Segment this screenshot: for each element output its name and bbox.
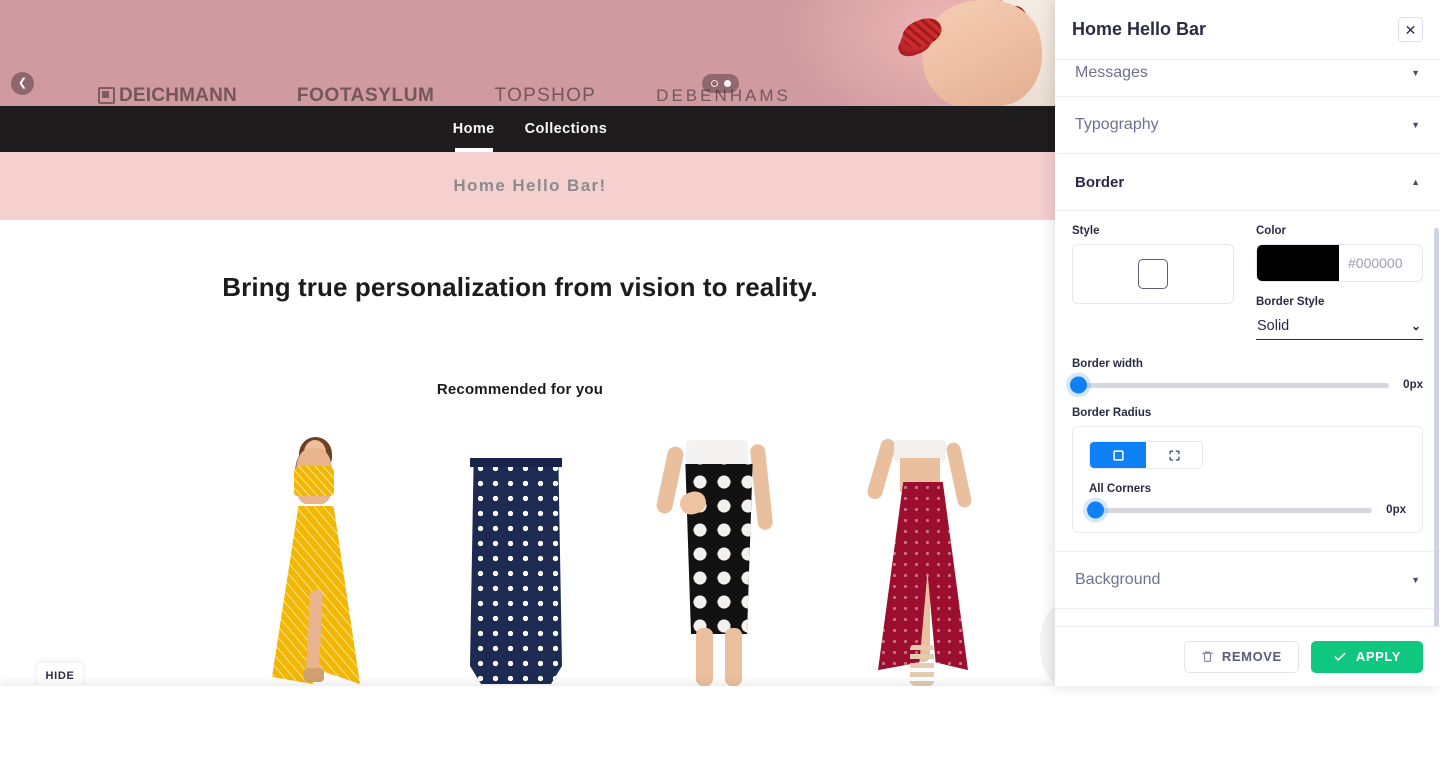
panel-header: Home Hello Bar ✕ (1055, 0, 1440, 60)
screen: ❮ DEICHMANN FOOTASYLUM TOPSHOP DEBENHAMS… (0, 0, 1440, 764)
border-color-field[interactable]: #000000 (1256, 244, 1423, 282)
panel-footer: REMOVE APPLY (1055, 626, 1440, 686)
square-outline-icon (1138, 259, 1168, 289)
site-navbar: Home Collections (0, 106, 1060, 152)
site-preview: ❮ DEICHMANN FOOTASYLUM TOPSHOP DEBENHAMS… (0, 0, 1060, 686)
style-label: Style (1072, 225, 1100, 237)
product-top (294, 466, 334, 496)
border-radius-control: All Corners 0px (1072, 426, 1423, 533)
border-width-slider[interactable] (1070, 376, 1389, 394)
brand-logo: DEICHMANN (98, 85, 237, 107)
hello-bar-text: Home Hello Bar! (453, 176, 607, 195)
product-skirt (685, 464, 753, 634)
section-border[interactable]: Border ▲ (1055, 154, 1440, 211)
hero-image-hand (890, 0, 1060, 108)
hide-toolbar-tab[interactable]: HIDE (37, 663, 83, 688)
section-messages-label: Messages (1075, 64, 1148, 81)
radius-mode-all-button[interactable] (1090, 442, 1146, 468)
chevron-down-icon: ⌄ (1410, 318, 1421, 333)
section-typography-label: Typography (1075, 116, 1159, 133)
page-headline: Bring true personalization from vision t… (222, 272, 818, 302)
model-arm (865, 437, 898, 501)
border-width-control: Border width 0px (1070, 358, 1423, 394)
nav-item-collections[interactable]: Collections (525, 121, 608, 137)
chevron-left-icon: ❮ (17, 77, 28, 89)
section-typography[interactable]: Typography ▼ (1055, 97, 1440, 154)
panel-title: Home Hello Bar (1072, 19, 1207, 39)
all-corners-label: All Corners (1089, 483, 1151, 495)
trash-icon (1201, 650, 1214, 663)
carousel-dots-toggle[interactable] (702, 74, 739, 93)
model-arm (945, 441, 973, 509)
settings-panel: Home Hello Bar ✕ Messages ▼ Typography ▼… (1055, 0, 1440, 686)
model-arm (749, 443, 774, 531)
all-corners-value: 0px (1386, 504, 1406, 516)
chevron-up-icon: ▲ (1411, 177, 1420, 187)
border-style-selected-value: Solid (1257, 317, 1290, 334)
nav-item-home[interactable]: Home (453, 121, 495, 152)
remove-button-label: REMOVE (1221, 649, 1282, 664)
product-grid (0, 430, 1060, 686)
recommended-heading: Recommended for you (436, 381, 604, 398)
model-shoe (910, 644, 934, 686)
section-background[interactable]: Background ▼ (1055, 552, 1440, 609)
color-label: Color (1256, 225, 1287, 237)
product-card[interactable] (252, 437, 378, 686)
corners-icon (1167, 448, 1182, 463)
model-shoe (304, 668, 324, 682)
model-legs (694, 628, 744, 686)
product-card[interactable] (454, 440, 580, 686)
apply-button-label: APPLY (1355, 649, 1401, 664)
brand-logo: TOPSHOP (494, 85, 597, 106)
chevron-down-icon: ▼ (1411, 575, 1420, 585)
border-style-label: Border Style (1256, 296, 1325, 308)
border-style-select[interactable]: Solid ⌄ (1256, 312, 1423, 340)
carousel-prev-button[interactable]: ❮ (11, 72, 34, 95)
slider-thumb[interactable] (1087, 501, 1104, 519)
product-card[interactable] (858, 437, 984, 686)
section-background-label: Background (1075, 571, 1161, 588)
brand-logo: FOOTASYLUM (296, 85, 435, 106)
close-icon[interactable]: ✕ (1398, 17, 1423, 42)
section-border-label: Border (1075, 173, 1125, 191)
square-filled-icon (1111, 448, 1126, 463)
product-top (686, 440, 748, 468)
border-style-preview-button[interactable] (1072, 244, 1234, 304)
carousel-dot-inactive[interactable] (710, 80, 718, 87)
panel-body[interactable]: Messages ▼ Typography ▼ Border ▲ Style C… (1055, 60, 1440, 626)
product-card[interactable] (655, 440, 782, 686)
remove-button[interactable]: REMOVE (1183, 640, 1299, 673)
border-width-value: 0px (1403, 379, 1423, 391)
chevron-down-icon: ▼ (1411, 68, 1420, 78)
deichmann-mark-icon (98, 87, 115, 104)
section-messages[interactable]: Messages ▼ (1055, 60, 1440, 97)
border-style-select-wrap: Border Style Solid ⌄ (1256, 296, 1423, 340)
product-skirt (470, 458, 562, 684)
radius-mode-individual-button[interactable] (1146, 442, 1202, 468)
color-hex-input[interactable]: #000000 (1339, 245, 1422, 281)
product-waistband (470, 458, 562, 467)
chevron-down-icon: ▼ (1411, 120, 1420, 130)
panel-scrollbar[interactable] (1434, 228, 1439, 626)
apply-button[interactable]: APPLY (1310, 640, 1423, 673)
border-radius-label: Border Radius (1072, 407, 1152, 419)
carousel-dot-active[interactable] (723, 80, 731, 87)
hello-bar[interactable]: Home Hello Bar! (0, 152, 1060, 220)
border-settings: Style Color #000000 Border Style Solid ⌄… (1055, 211, 1440, 552)
color-swatch[interactable] (1257, 245, 1339, 281)
all-corners-slider[interactable] (1087, 501, 1372, 519)
editor-bottom-toolbar: Edit Navigate (0, 686, 1440, 764)
border-width-label: Border width (1072, 358, 1143, 370)
slider-thumb[interactable] (1070, 376, 1087, 394)
hero-banner: ❮ DEICHMANN FOOTASYLUM TOPSHOP DEBENHAMS (0, 0, 1060, 108)
check-icon (1333, 650, 1347, 664)
radius-mode-switcher (1089, 441, 1203, 469)
